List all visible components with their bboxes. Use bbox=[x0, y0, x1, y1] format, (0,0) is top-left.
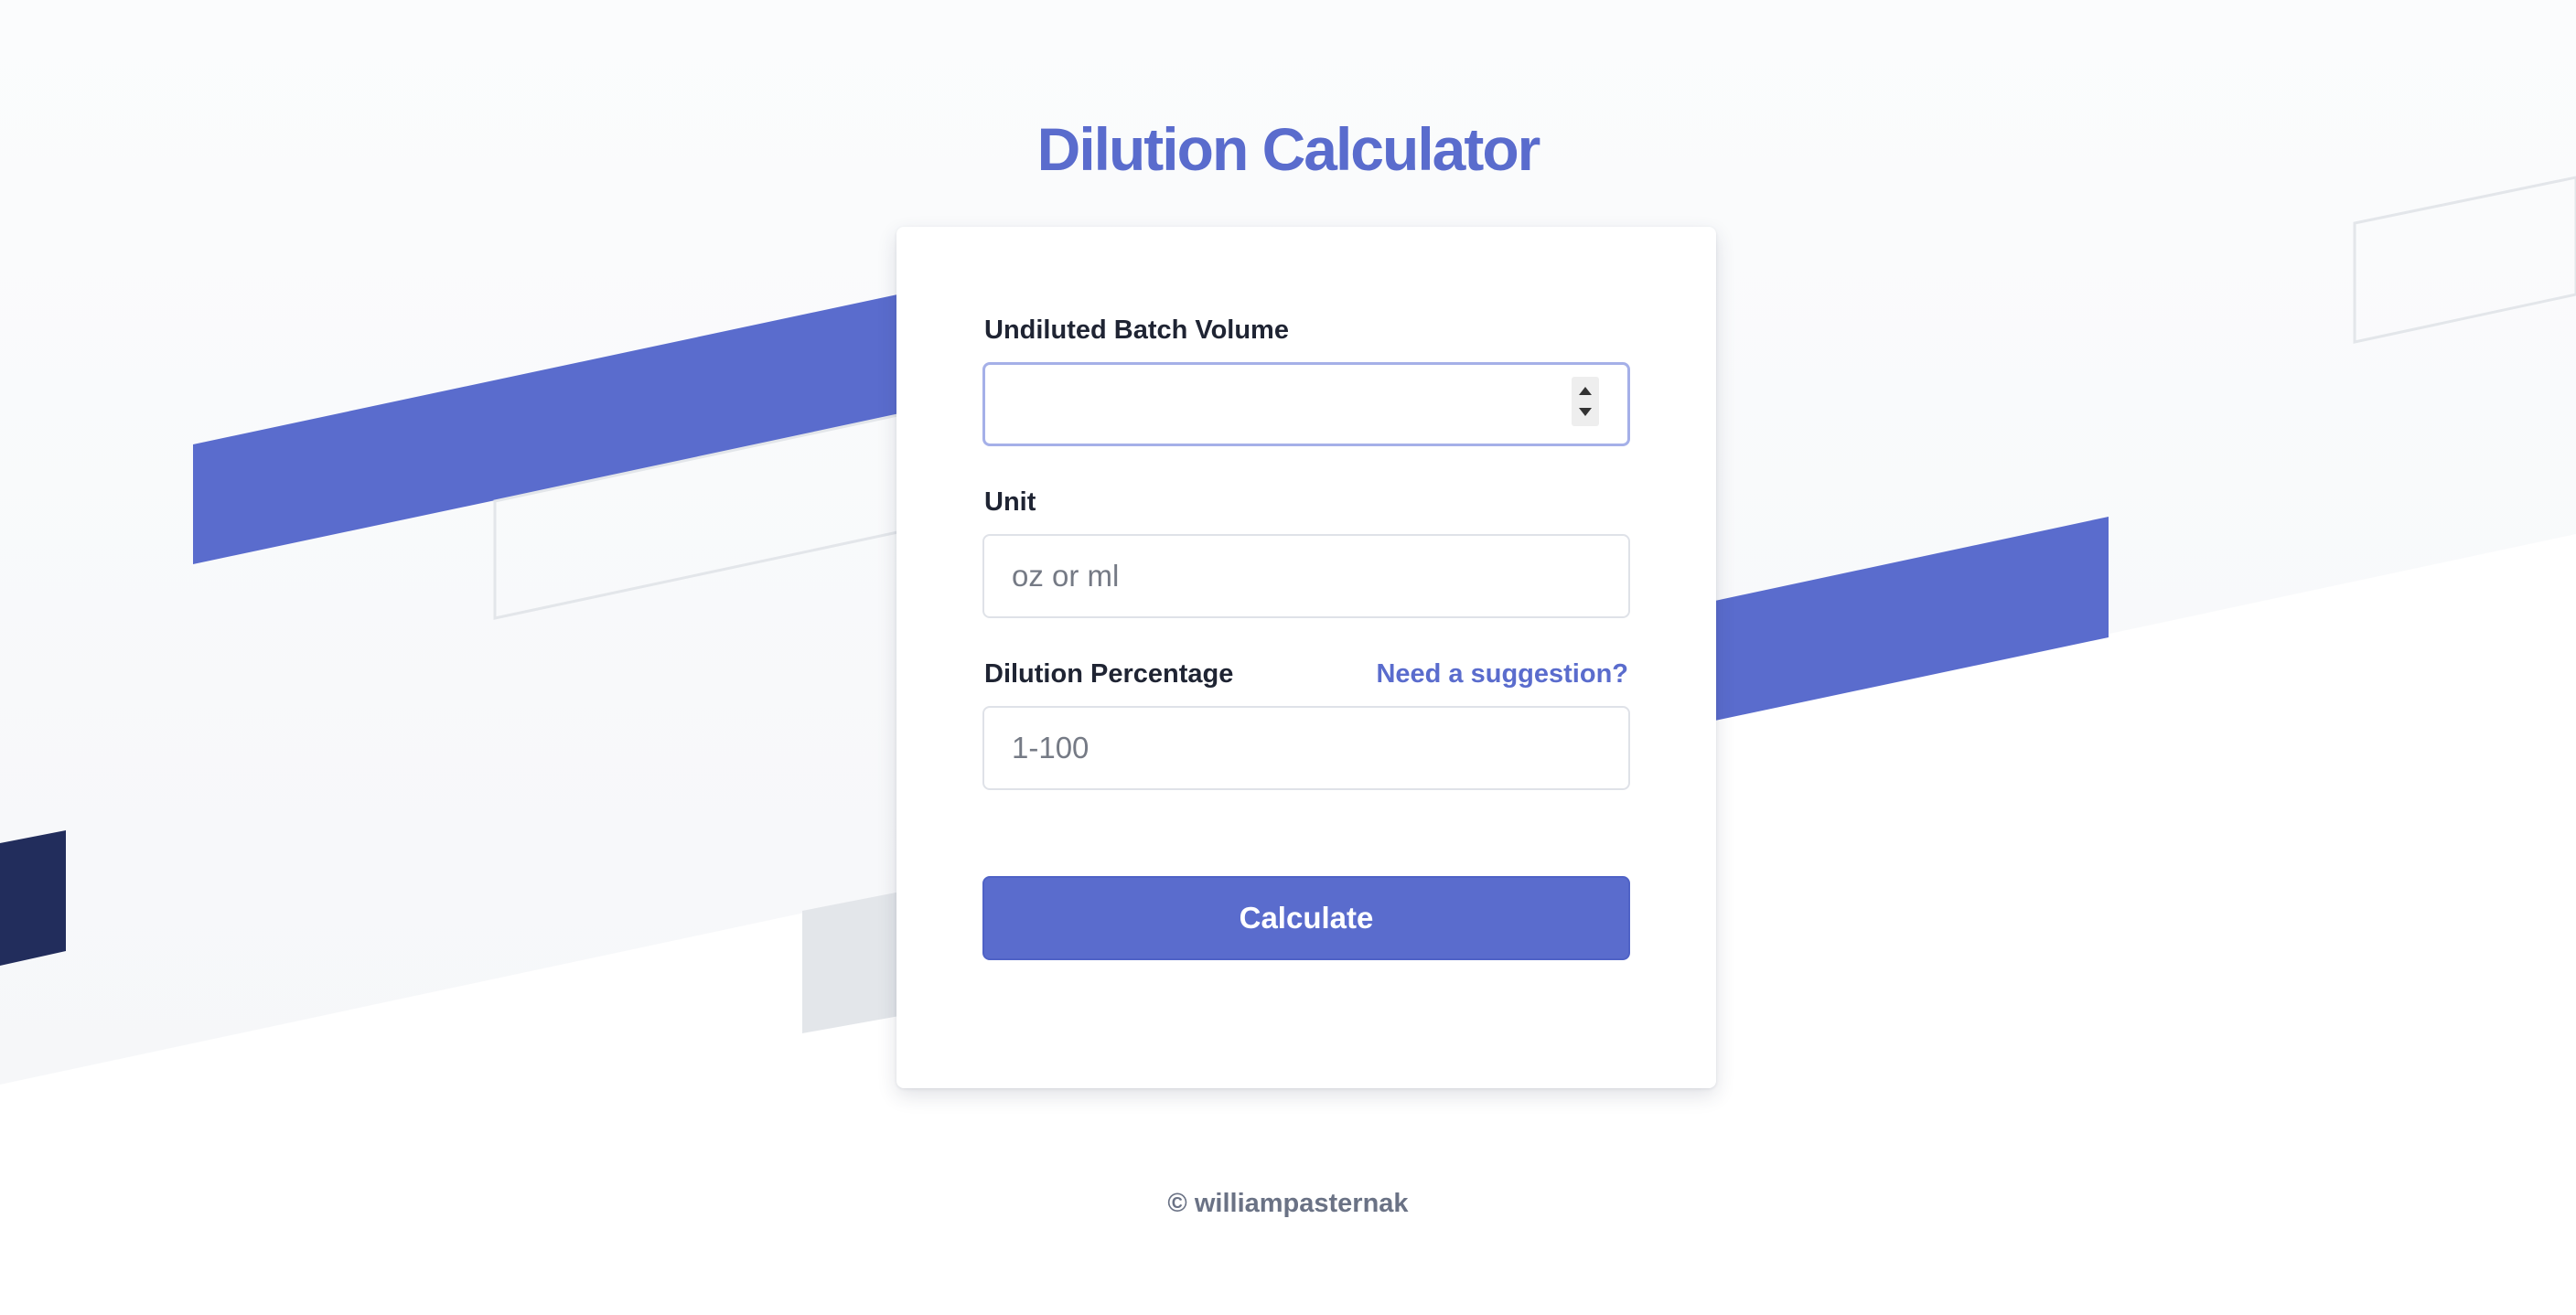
calculator-card: Undiluted Batch Volume Unit Dilution Per… bbox=[896, 227, 1716, 1088]
spinner-down-icon[interactable] bbox=[1579, 408, 1592, 416]
number-spinner[interactable] bbox=[1572, 377, 1599, 426]
page-title: Dilution Calculator bbox=[1036, 115, 1541, 183]
dilution-percentage-input[interactable] bbox=[982, 706, 1630, 790]
calculate-button[interactable]: Calculate bbox=[982, 876, 1630, 960]
unit-label: Unit bbox=[984, 487, 1036, 517]
batch-volume-input[interactable] bbox=[982, 362, 1630, 446]
dilution-percentage-label: Dilution Percentage bbox=[984, 659, 1234, 689]
suggestion-link[interactable]: Need a suggestion? bbox=[1376, 658, 1628, 690]
batch-volume-label: Undiluted Batch Volume bbox=[984, 315, 1289, 345]
unit-input[interactable] bbox=[982, 534, 1630, 618]
footer-copyright: © williampasternak bbox=[1167, 1189, 1409, 1218]
spinner-up-icon[interactable] bbox=[1579, 387, 1592, 395]
navy-stripe bbox=[0, 830, 66, 966]
